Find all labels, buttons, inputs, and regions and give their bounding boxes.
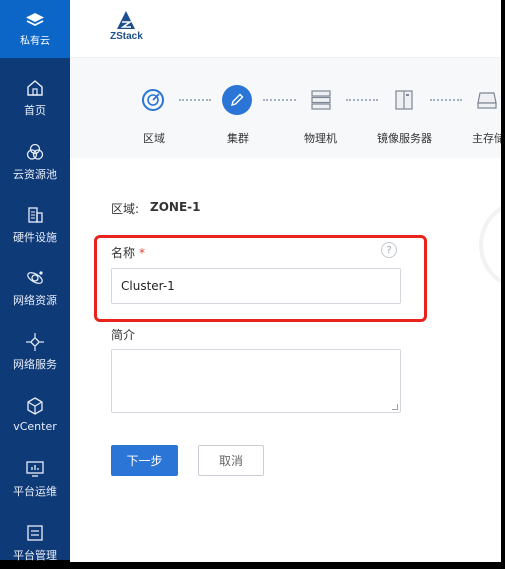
circles-icon — [26, 143, 44, 160]
storage-icon — [477, 92, 497, 109]
decorative-ring — [479, 200, 501, 290]
step-label-image-server: 镜像服务器 — [377, 132, 432, 145]
step-image-server[interactable] — [389, 85, 419, 115]
sidebar-top-label: 私有云 — [20, 35, 50, 47]
zone-label: 区域: — [111, 202, 140, 216]
logo-text: ZStack — [110, 31, 143, 42]
zstack-logo[interactable]: ZStack — [110, 10, 143, 42]
sidebar-item-label: 平台运维 — [13, 485, 57, 498]
sidebar-item-label: 网络资源 — [13, 294, 57, 307]
home-icon — [27, 80, 43, 96]
next-step-button[interactable]: 下一步 — [111, 445, 178, 476]
sidebar-item-network-resources[interactable]: 网络资源 — [0, 268, 70, 308]
step-host[interactable] — [306, 85, 336, 115]
zone-value: ZONE-1 — [150, 200, 201, 214]
sidebar-item-label: 平台管理 — [13, 549, 57, 562]
wizard-steps: 区域 集群 物理机 镜像服务器 主存储 — [70, 58, 501, 158]
zstack-logo-icon — [117, 11, 136, 29]
sidebar-item-home[interactable]: 首页 — [0, 78, 70, 118]
cancel-button[interactable]: 取消 — [198, 445, 264, 476]
step-label-cluster: 集群 — [227, 132, 249, 145]
step-cluster[interactable] — [222, 85, 252, 115]
main-panel: ZStack 区域 集群 物理机 镜像服务器 主存储 区域: ZONE-1 名称… — [70, 0, 501, 562]
step-connector — [179, 99, 211, 101]
step-zone[interactable] — [138, 85, 168, 115]
building-icon — [28, 207, 43, 223]
sidebar: 私有云 首页 云资源池 硬件设施 网络资源 网络服务 vCenter 平台运维 … — [0, 0, 70, 563]
highlight-box — [94, 235, 427, 322]
sidebar-item-platform-mgmt[interactable]: 平台管理 — [0, 523, 70, 563]
step-label-primary-storage: 主存储 — [472, 132, 501, 145]
sidebar-top-private-cloud[interactable]: 私有云 — [0, 0, 70, 58]
step-connector — [346, 99, 378, 101]
step-primary-storage[interactable] — [472, 85, 501, 115]
sidebar-item-label: 硬件设施 — [13, 231, 57, 244]
hub-icon — [26, 333, 44, 351]
description-label: 简介 — [111, 328, 136, 342]
step-connector — [263, 99, 296, 101]
layers-icon — [26, 12, 44, 26]
panel-icon — [27, 525, 43, 541]
sidebar-item-cloud-pool[interactable]: 云资源池 — [0, 142, 70, 182]
header: ZStack — [70, 0, 501, 58]
step-label-zone: 区域 — [143, 132, 165, 145]
network-icon — [27, 271, 43, 284]
resize-handle[interactable] — [392, 404, 398, 410]
step-label-host: 物理机 — [304, 132, 337, 145]
sidebar-item-label: 网络服务 — [13, 358, 57, 371]
sidebar-item-label: 云资源池 — [13, 168, 57, 181]
sidebar-item-vcenter[interactable]: vCenter — [0, 396, 70, 433]
zone-icon — [142, 89, 164, 111]
server-icon — [311, 90, 331, 110]
monitor-icon — [26, 461, 44, 477]
description-textarea[interactable] — [111, 349, 401, 413]
cube-icon — [27, 397, 43, 415]
pencil-icon — [230, 93, 244, 107]
sidebar-item-label: vCenter — [13, 420, 57, 433]
step-connector — [430, 99, 462, 101]
image-server-icon — [395, 90, 413, 110]
sidebar-item-platform-ops[interactable]: 平台运维 — [0, 459, 70, 499]
sidebar-item-network-services[interactable]: 网络服务 — [0, 332, 70, 372]
sidebar-item-hardware[interactable]: 硬件设施 — [0, 205, 70, 245]
sidebar-item-label: 首页 — [24, 104, 46, 117]
